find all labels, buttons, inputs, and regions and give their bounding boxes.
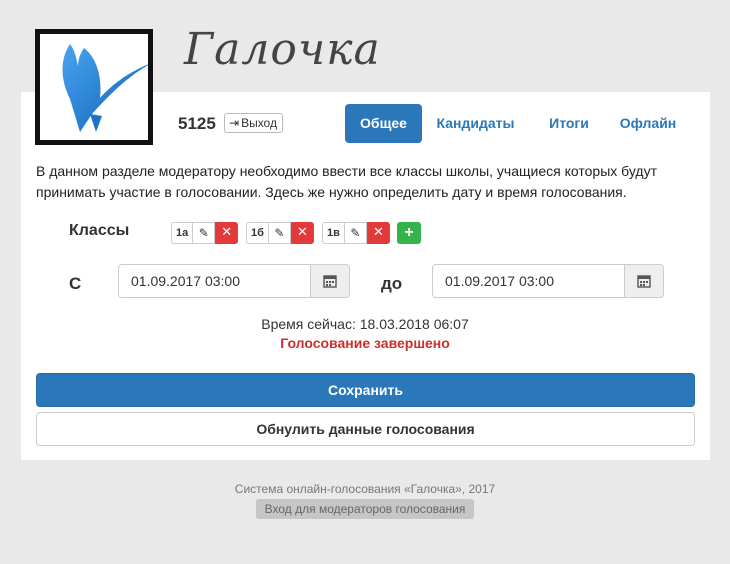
- reset-voting-button[interactable]: Обнулить данные голосования: [36, 412, 695, 446]
- class-chip: 1в ✎ ✕: [322, 222, 390, 244]
- logout-button[interactable]: ⇥ Выход: [224, 113, 283, 133]
- pencil-icon[interactable]: ✎: [267, 222, 291, 244]
- bird-checkmark-logo-icon: [35, 29, 153, 145]
- footer-copyright: Система онлайн-голосования «Галочка», 20…: [234, 482, 496, 496]
- end-date-field: [432, 264, 664, 298]
- add-class-button[interactable]: +: [397, 222, 421, 244]
- close-icon[interactable]: ✕: [366, 222, 390, 244]
- tab-general[interactable]: Общее: [345, 104, 422, 143]
- close-icon[interactable]: ✕: [290, 222, 314, 244]
- current-time: Время сейчас: 18.03.2018 06:07: [261, 316, 469, 332]
- calendar-icon[interactable]: [624, 265, 663, 297]
- save-button[interactable]: Сохранить: [36, 373, 695, 407]
- to-label: до: [381, 274, 403, 293]
- moderator-login-link[interactable]: Вход для модераторов голосования: [256, 499, 474, 519]
- close-icon[interactable]: ✕: [215, 222, 239, 244]
- tab-candidates[interactable]: Кандидаты: [431, 104, 520, 143]
- brand-title: Галочка: [184, 24, 381, 75]
- class-chip: 1а ✎ ✕: [171, 222, 239, 244]
- sign-out-icon: ⇥: [229, 116, 240, 130]
- start-date-input[interactable]: [119, 265, 310, 297]
- end-date-input[interactable]: [433, 265, 624, 297]
- class-name: 1б: [246, 222, 268, 244]
- plus-icon: +: [404, 224, 414, 241]
- from-label: С: [69, 274, 82, 293]
- intro-text: В данном разделе модератору необходимо в…: [36, 163, 657, 200]
- class-name: 1а: [171, 222, 193, 244]
- class-chip: 1б ✎ ✕: [246, 222, 314, 244]
- calendar-icon[interactable]: [310, 265, 349, 297]
- tab-offline[interactable]: Офлайн: [613, 104, 683, 143]
- pencil-icon[interactable]: ✎: [192, 222, 216, 244]
- user-id: 5125: [178, 114, 216, 133]
- logout-label: Выход: [241, 116, 277, 130]
- voting-status: Голосование завершено: [280, 335, 450, 351]
- classes-label: Классы: [69, 222, 130, 239]
- tab-results[interactable]: Итоги: [539, 104, 599, 143]
- start-date-field: [118, 264, 350, 298]
- pencil-icon[interactable]: ✎: [343, 222, 367, 244]
- class-name: 1в: [322, 222, 344, 244]
